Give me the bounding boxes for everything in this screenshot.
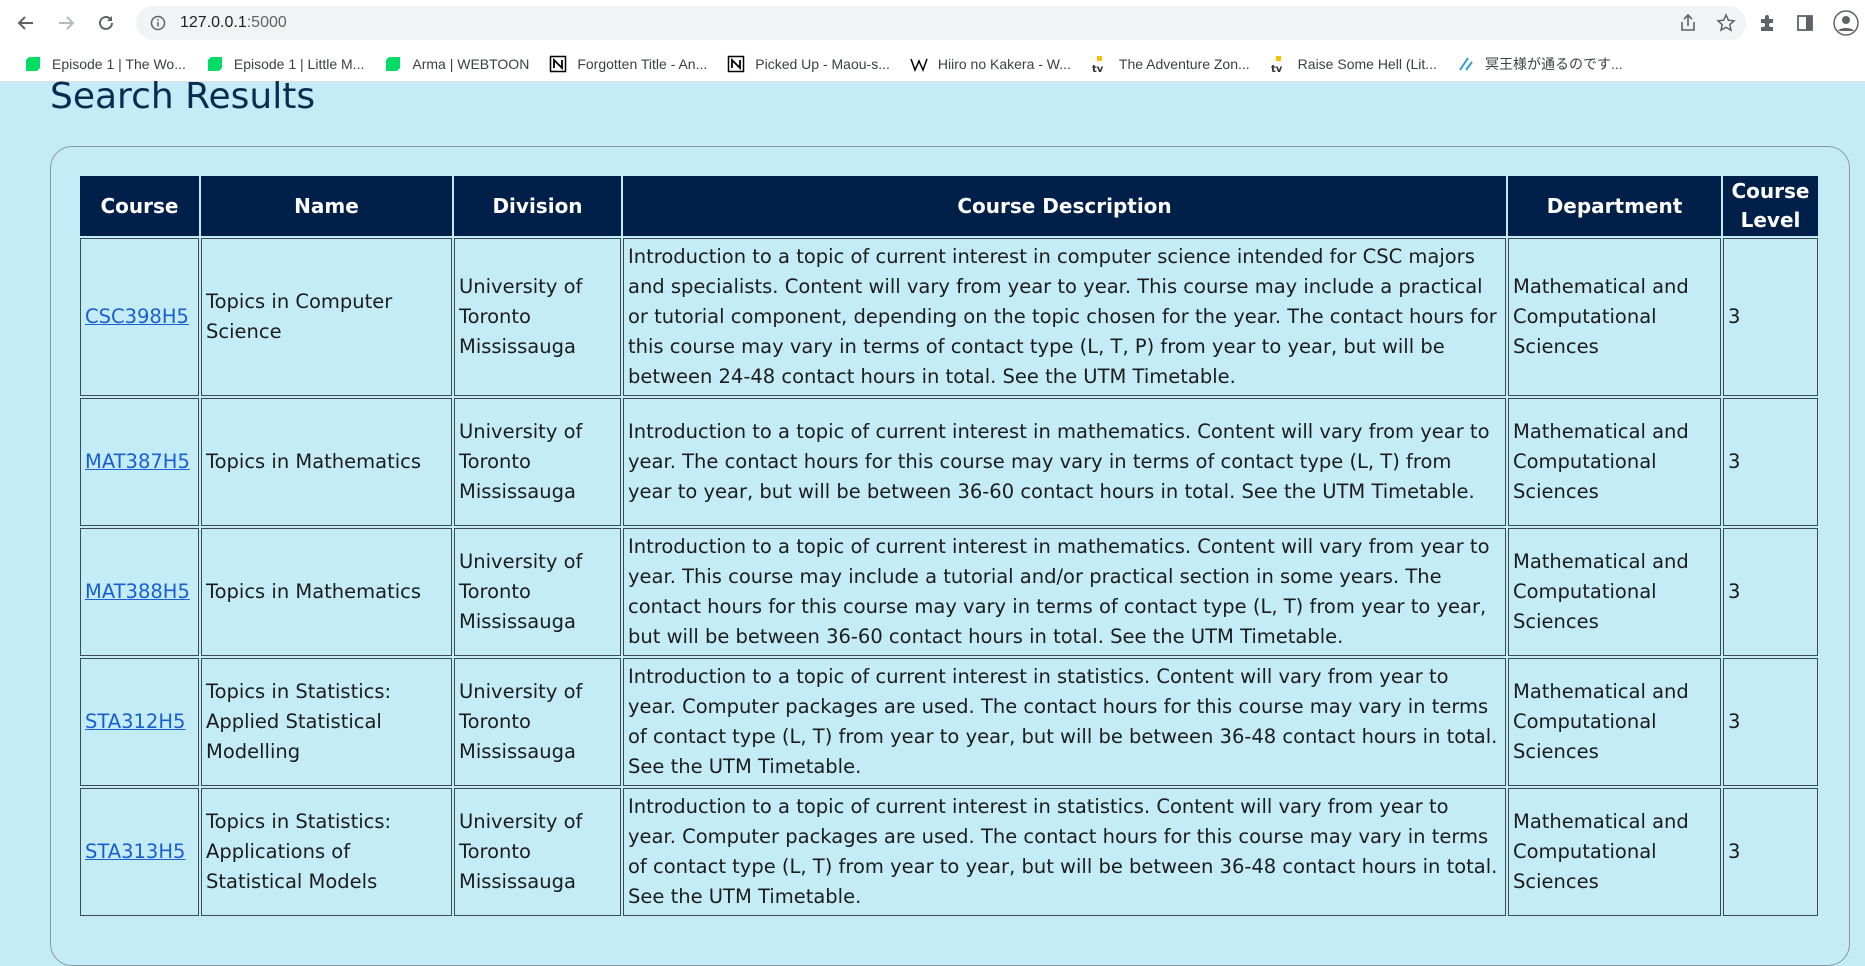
level-cell: 3 [1723, 788, 1818, 916]
profile-avatar-icon[interactable] [1833, 10, 1859, 36]
course-name-cell: Topics in Mathematics [201, 528, 452, 656]
division-cell: University of Toronto Mississauga [454, 398, 621, 526]
table-row: MAT388H5 Topics in Mathematics Universit… [80, 528, 1818, 656]
svg-text:tv: tv [1271, 64, 1283, 73]
bookmark-item[interactable]: Episode 1 | The Wo... [16, 50, 194, 78]
course-code-link[interactable]: STA312H5 [85, 710, 185, 733]
course-name-cell: Topics in Mathematics [201, 398, 452, 526]
bookmark-label: Raise Some Hell (Lit... [1297, 55, 1437, 72]
course-code-link[interactable]: MAT387H5 [85, 450, 190, 473]
level-cell: 3 [1723, 398, 1818, 526]
course-name-cell: Topics in Statistics: Applied Statistica… [201, 658, 452, 786]
bookmark-label: The Adventure Zon... [1118, 55, 1250, 72]
tvtropes-icon: tv [1091, 55, 1109, 73]
table-header-row: Course Name Division Course Description … [80, 176, 1818, 236]
bookmark-label: Episode 1 | Little M... [233, 55, 365, 72]
bookmark-item[interactable]: Forgotten Title - An... [541, 50, 715, 78]
description-cell: Introduction to a topic of current inter… [623, 658, 1506, 786]
course-code-link[interactable]: MAT388H5 [85, 580, 190, 603]
toolbar-right [1757, 6, 1865, 40]
table-row: MAT387H5 Topics in Mathematics Universit… [80, 398, 1818, 526]
column-header-division: Division [454, 176, 621, 236]
division-cell: University of Toronto Mississauga [454, 238, 621, 396]
division-cell: University of Toronto Mississauga [454, 788, 621, 916]
department-cell: Mathematical and Computational Sciences [1508, 398, 1721, 526]
bookmark-label: Hiiro no Kakera - W... [937, 55, 1071, 72]
bookmark-item[interactable]: tv Raise Some Hell (Lit... [1262, 50, 1445, 78]
notion-icon [727, 55, 745, 73]
course-code-cell: CSC398H5 [80, 238, 199, 396]
url-host: 127.0.0.1 [180, 14, 247, 31]
bookmark-label: Picked Up - Maou-s... [755, 55, 890, 72]
bookmark-label: Episode 1 | The Wo... [52, 55, 186, 72]
course-code-link[interactable]: CSC398H5 [85, 305, 189, 328]
wikipedia-icon [910, 55, 928, 73]
bookmark-item[interactable]: Episode 1 | Little M... [198, 50, 372, 78]
notion-icon [549, 55, 567, 73]
table-row: STA313H5 Topics in Statistics: Applicati… [80, 788, 1818, 916]
share-icon[interactable] [1678, 13, 1698, 33]
webtoon-icon [24, 55, 42, 73]
department-cell: Mathematical and Computational Sciences [1508, 658, 1721, 786]
column-header-level: Course Level [1723, 176, 1818, 236]
browser-toolbar: 127.0.0.1:5000 [0, 0, 1865, 46]
webtoon-icon [206, 55, 224, 73]
bookmark-item[interactable]: Picked Up - Maou-s... [719, 50, 898, 78]
description-cell: Introduction to a topic of current inter… [623, 238, 1506, 396]
department-cell: Mathematical and Computational Sciences [1508, 238, 1721, 396]
description-cell: Introduction to a topic of current inter… [623, 528, 1506, 656]
department-cell: Mathematical and Computational Sciences [1508, 788, 1721, 916]
results-table: Course Name Division Course Description … [78, 174, 1820, 918]
extensions-icon[interactable] [1757, 13, 1777, 33]
course-code-cell: STA313H5 [80, 788, 199, 916]
tvtropes-icon: tv [1270, 55, 1288, 73]
column-header-course: Course [80, 176, 199, 236]
course-code-cell: STA312H5 [80, 658, 199, 786]
reload-icon [99, 15, 113, 30]
svg-text:tv: tv [1092, 64, 1104, 73]
address-bar[interactable]: 127.0.0.1:5000 [136, 6, 1746, 40]
bookmark-item[interactable]: 冥王様が通るのです... [1449, 50, 1631, 78]
course-code-cell: MAT388H5 [80, 528, 199, 656]
department-cell: Mathematical and Computational Sciences [1508, 528, 1721, 656]
back-button[interactable] [8, 5, 44, 41]
column-header-description: Course Description [623, 176, 1506, 236]
course-name-cell: Topics in Computer Science [201, 238, 452, 396]
division-cell: University of Toronto Mississauga [454, 528, 621, 656]
arrow-left-icon [17, 16, 33, 30]
course-name-cell: Topics in Statistics: Applications of St… [201, 788, 452, 916]
side-panel-icon[interactable] [1795, 13, 1815, 33]
url-text: 127.0.0.1:5000 [180, 14, 287, 32]
bookmark-label: Arma | WEBTOON [412, 55, 530, 72]
arrow-right-icon [59, 16, 75, 30]
division-cell: University of Toronto Mississauga [454, 658, 621, 786]
table-row: STA312H5 Topics in Statistics: Applied S… [80, 658, 1818, 786]
column-header-name: Name [201, 176, 452, 236]
course-code-link[interactable]: STA313H5 [85, 840, 185, 863]
bookmark-label: 冥王様が通るのです... [1484, 55, 1623, 72]
description-cell: Introduction to a topic of current inter… [623, 398, 1506, 526]
reload-button[interactable] [88, 5, 124, 41]
level-cell: 3 [1723, 238, 1818, 396]
bookmark-item[interactable]: Hiiro no Kakera - W... [902, 50, 1079, 78]
level-cell: 3 [1723, 528, 1818, 656]
page-title: Search Results [50, 76, 316, 117]
bookmark-star-icon[interactable] [1716, 13, 1736, 33]
level-cell: 3 [1723, 658, 1818, 786]
bookmark-item[interactable]: tv The Adventure Zon... [1083, 50, 1258, 78]
bookmark-item[interactable]: Arma | WEBTOON [376, 50, 537, 78]
bookmark-label: Forgotten Title - An... [577, 55, 708, 72]
webtoon-icon [384, 55, 402, 73]
column-header-department: Department [1508, 176, 1721, 236]
kakuyomu-icon [1457, 55, 1475, 73]
url-port: :5000 [246, 14, 287, 31]
forward-button[interactable] [48, 5, 84, 41]
description-cell: Introduction to a topic of current inter… [623, 788, 1506, 916]
table-row: CSC398H5 Topics in Computer Science Univ… [80, 238, 1818, 396]
course-code-cell: MAT387H5 [80, 398, 199, 526]
info-icon[interactable] [150, 15, 166, 31]
